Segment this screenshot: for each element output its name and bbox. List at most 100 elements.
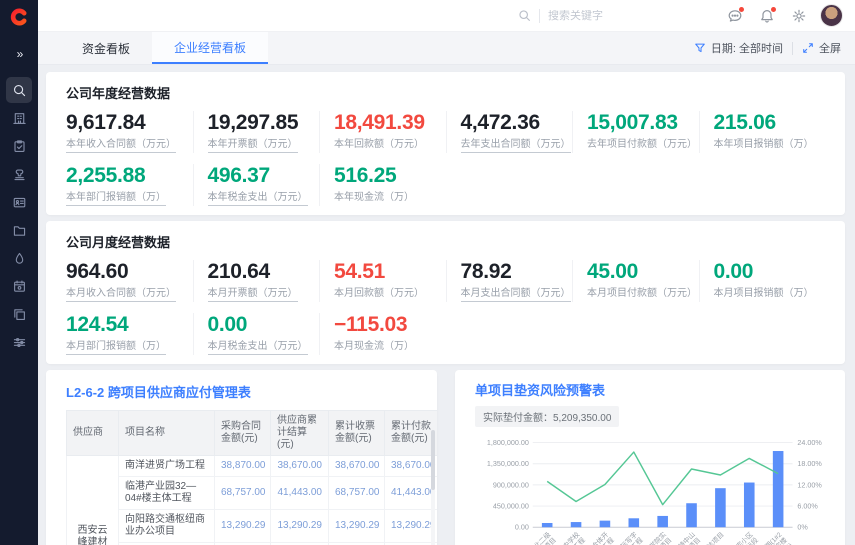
kpi-label: 本年回款额（万元） bbox=[334, 139, 424, 151]
calendar-icon bbox=[12, 279, 27, 294]
main-area: 资金看板 企业经营看板 日期: 全部时间 全屏 bbox=[38, 0, 855, 545]
monthly-card-title: 公司月度经营数据 bbox=[66, 232, 825, 251]
amount-cell[interactable]: 38,870.00 bbox=[215, 456, 271, 477]
bar-安淳国际写字楼配电工程[interactable] bbox=[628, 518, 639, 527]
sidebar-item-calendar[interactable] bbox=[6, 273, 32, 299]
search-icon[interactable] bbox=[518, 9, 531, 22]
annual-kpi-row-2: 2,255.88本年部门报销额（万） 496.37 本年税金支出（万元） 516.25… bbox=[66, 164, 825, 206]
kpi-label[interactable]: 去年支出合同额（万元） bbox=[461, 139, 571, 153]
date-filter[interactable]: 日期: 全部时间 bbox=[694, 40, 783, 56]
tools-divider bbox=[792, 42, 793, 55]
bar-党建汇综合体开发项目二期工程[interactable] bbox=[600, 521, 611, 528]
kpi-monthly: 45.00本月项目付款额（万元） bbox=[572, 260, 699, 302]
id-card-icon bbox=[12, 195, 27, 210]
risk-warning-card: 单项目垫资风险预警表 实际垫付金额：5,209,350.00 1,800,000… bbox=[455, 370, 845, 545]
kpi-label[interactable]: 本年开票额（万元） bbox=[208, 139, 298, 153]
kpi-monthly: 78.92 本月支出合同额（万元） bbox=[446, 260, 573, 302]
bar-嘉诚万达项目[interactable] bbox=[715, 488, 726, 527]
kpi-annual: 2,255.88本年部门报销额（万） bbox=[66, 164, 193, 206]
kpi-label[interactable]: 本月收入合同额（万元） bbox=[66, 288, 176, 302]
sidebar-item-search[interactable] bbox=[6, 77, 32, 103]
kpi-label[interactable]: 本月开票额（万元） bbox=[208, 288, 298, 302]
ratio-line[interactable] bbox=[547, 452, 778, 505]
layers-icon bbox=[12, 307, 27, 322]
sidebar-icon-list bbox=[6, 77, 32, 357]
supplier-payable-card: L2-6-2 跨项目供应商应付管理表 供应商项目名称采购合同金额(元)供应商累计… bbox=[46, 370, 437, 545]
sidebar-item-clipboard-check[interactable] bbox=[6, 133, 32, 159]
kpi-value: 0.00 bbox=[714, 260, 826, 283]
tab-funds-dashboard[interactable]: 资金看板 bbox=[60, 32, 152, 64]
bar-天风苑住宅小区精装修第一标段[interactable] bbox=[744, 483, 755, 528]
gear-button[interactable] bbox=[788, 5, 810, 27]
dashboard-content: 公司年度经营数据 9,617.84本年收入合同额（万元）19,297.85本年开… bbox=[38, 65, 855, 545]
kpi-monthly: 210.64本月开票额（万元） bbox=[193, 260, 320, 302]
equalizer-icon bbox=[12, 335, 27, 350]
amount-cell[interactable]: 41,443.00 bbox=[385, 477, 438, 510]
bar-鸿鑫职业学院实训基地建设项目[interactable] bbox=[657, 516, 668, 527]
user-avatar[interactable] bbox=[820, 4, 843, 27]
amount-cell[interactable]: 13,290.29 bbox=[271, 510, 329, 543]
kpi-annual: 4,472.36 去年支出合同额（万元） bbox=[446, 111, 573, 153]
kpi-value: 18,491.39 bbox=[334, 111, 446, 134]
supplier-cell: 西安云峰建材有限公司 bbox=[67, 456, 119, 545]
x-axis-label: 平北二级基建项目 bbox=[527, 530, 558, 545]
kpi-value: 496.37 bbox=[208, 164, 320, 187]
svg-text:1,350,000.00: 1,350,000.00 bbox=[487, 459, 529, 468]
kpi-label: 本月项目报销额（万） bbox=[714, 288, 814, 300]
kpi-value: 4,472.36 bbox=[461, 111, 573, 134]
amount-cell[interactable]: 38,670.00 bbox=[271, 456, 329, 477]
bell-button[interactable] bbox=[756, 5, 778, 27]
amount-cell[interactable]: 13,290.29 bbox=[385, 510, 438, 543]
project-name-cell: 向阳路交通枢纽商业办公项目 bbox=[119, 510, 215, 543]
bar-奥比特中山小区项目[interactable] bbox=[686, 503, 697, 527]
brand-logo[interactable] bbox=[0, 0, 38, 33]
kpi-label[interactable]: 本月部门报销额（万） bbox=[66, 341, 166, 355]
sidebar-item-stamp[interactable] bbox=[6, 161, 32, 187]
amount-cell[interactable]: 41,443.00 bbox=[271, 477, 329, 510]
amount-cell[interactable]: 68,757.00 bbox=[215, 477, 271, 510]
kpi-label[interactable]: 本年部门报销额（万） bbox=[66, 192, 166, 206]
kpi-monthly: 0.00本月税金支出（万元） bbox=[193, 313, 320, 355]
amount-cell[interactable]: 38,670.00 bbox=[329, 456, 385, 477]
fullscreen-button[interactable]: 全屏 bbox=[802, 40, 841, 56]
table-row: 临港产业园32—04#楼主体工程68,757.0041,443.0068,757… bbox=[67, 477, 438, 510]
sidebar-item-id-card[interactable] bbox=[6, 189, 32, 215]
supplier-table-title[interactable]: L2-6-2 跨项目供应商应付管理表 bbox=[66, 382, 427, 401]
amount-cell[interactable]: 38,670.00 bbox=[385, 456, 438, 477]
tab-enterprise-dashboard[interactable]: 企业经营看板 bbox=[152, 32, 268, 64]
amount-cell[interactable]: 13,290.29 bbox=[329, 510, 385, 543]
sidebar-item-layers[interactable] bbox=[6, 301, 32, 327]
table-header-row: 供应商项目名称采购合同金额(元)供应商累计结算(元)累计收票金额(元)累计付款金… bbox=[67, 411, 438, 456]
risk-card-title[interactable]: 单项目垫资风险预警表 bbox=[475, 380, 833, 399]
amount-cell[interactable]: 68,757.00 bbox=[329, 477, 385, 510]
amount-cell[interactable]: 13,290.29 bbox=[215, 510, 271, 543]
kpi-annual: 516.25本年现金流（万） bbox=[319, 164, 446, 206]
bar-定波学府二期(1#2#3#4#5#住宅楼、地下车库及门口)[interactable] bbox=[773, 451, 784, 527]
svg-text:12.00%: 12.00% bbox=[797, 480, 822, 489]
svg-text:900,000.00: 900,000.00 bbox=[493, 480, 529, 489]
global-search bbox=[518, 9, 658, 23]
sidebar-item-equalizer[interactable] bbox=[6, 329, 32, 355]
kpi-label[interactable]: 本月税金支出（万元） bbox=[208, 341, 308, 355]
search-input[interactable] bbox=[548, 10, 658, 22]
kpi-label[interactable]: 本年收入合同额（万元） bbox=[66, 139, 176, 153]
table-scrollbar-thumb[interactable] bbox=[431, 430, 435, 490]
kpi-value: 215.06 bbox=[714, 111, 826, 134]
kpi-label: 本月项目付款额（万元） bbox=[587, 288, 697, 300]
sidebar-item-building[interactable] bbox=[6, 105, 32, 131]
header-icons bbox=[724, 5, 810, 27]
sidebar-item-folder[interactable] bbox=[6, 217, 32, 243]
risk-chart-svg: 1,800,000.0024.00%1,350,000.0018.00%900,… bbox=[475, 431, 833, 545]
annual-data-card: 公司年度经营数据 9,617.84本年收入合同额（万元）19,297.85本年开… bbox=[46, 72, 845, 215]
sidebar: » bbox=[0, 0, 38, 545]
bar-第二中学校内装修工程[interactable] bbox=[571, 522, 582, 527]
message-button[interactable] bbox=[724, 5, 746, 27]
kpi-label[interactable]: 本月支出合同额（万元） bbox=[461, 288, 571, 302]
kpi-value: −115.03 bbox=[334, 313, 446, 336]
filter-funnel-icon bbox=[694, 42, 706, 54]
kpi-value: 78.92 bbox=[461, 260, 573, 283]
kpi-label[interactable]: 本年税金支出（万元） bbox=[208, 192, 308, 206]
bar-平北二级基建项目[interactable] bbox=[542, 523, 553, 527]
sidebar-item-water-drop[interactable] bbox=[6, 245, 32, 271]
sidebar-expand-chevrons[interactable]: » bbox=[17, 47, 22, 61]
